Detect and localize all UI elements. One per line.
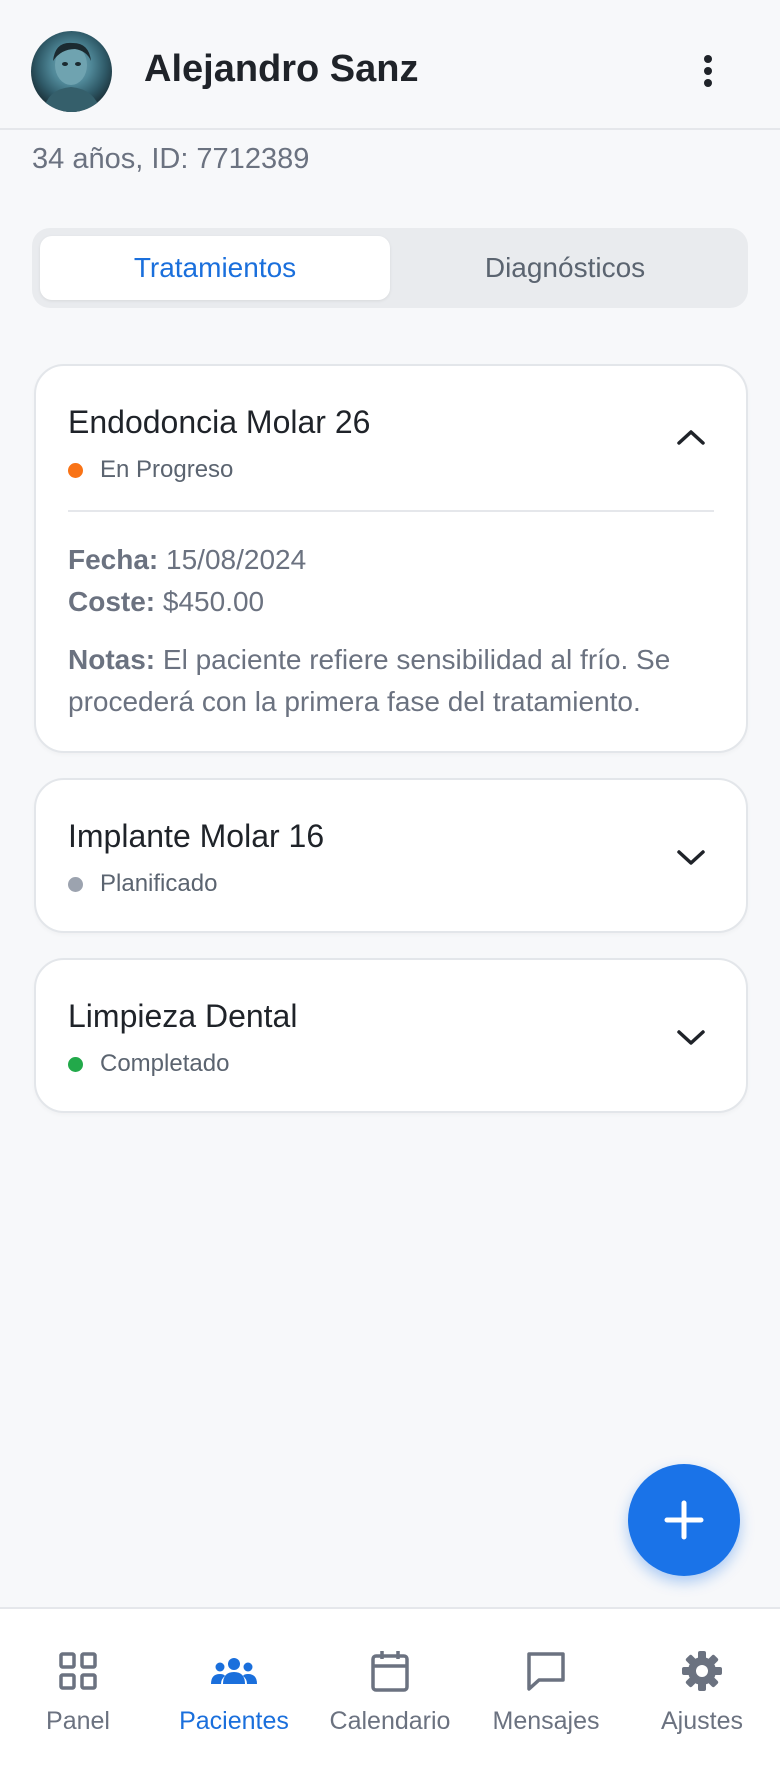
coste-value: $450.00 xyxy=(162,586,265,617)
notas-label: Notas: xyxy=(68,644,156,675)
nav-item-ajustes[interactable]: Ajustes xyxy=(624,1609,780,1768)
status-label: Completado xyxy=(100,1050,230,1077)
treatment-card[interactable]: Limpieza Dental Completado xyxy=(34,958,748,1113)
treatment-date: Fecha: 15/08/2024 xyxy=(68,539,714,581)
status-badge: En Progreso xyxy=(68,456,233,484)
gear-icon xyxy=(678,1647,726,1695)
chevron-down-icon[interactable] xyxy=(674,1022,708,1052)
status-label: Planificado xyxy=(100,870,218,897)
treatment-cost: Coste: $450.00 xyxy=(68,581,714,623)
notas-value: El paciente refiere sensibilidad al frío… xyxy=(68,644,671,717)
nav-item-calendario[interactable]: Calendario xyxy=(312,1609,468,1768)
chat-icon xyxy=(522,1647,570,1695)
nav-item-mensajes[interactable]: Mensajes xyxy=(468,1609,624,1768)
nav-label: Calendario xyxy=(329,1707,451,1735)
treatment-title: Limpieza Dental xyxy=(68,998,298,1034)
nav-item-panel[interactable]: Panel xyxy=(0,1609,156,1768)
chevron-up-icon[interactable] xyxy=(674,422,708,452)
add-treatment-button[interactable] xyxy=(628,1464,740,1576)
status-label: En Progreso xyxy=(100,456,234,483)
fecha-label: Fecha: xyxy=(68,544,159,575)
chevron-down-icon[interactable] xyxy=(674,842,708,872)
patient-name: Alejandro Sanz xyxy=(144,48,419,90)
tab-tratamientos[interactable]: Tratamientos xyxy=(40,236,390,300)
bottom-nav: Panel Pacientes Calendario Mensajes Ajus… xyxy=(0,1607,780,1768)
fecha-value: 15/08/2024 xyxy=(166,544,307,575)
nav-label: Ajustes xyxy=(661,1707,743,1735)
status-dot xyxy=(68,462,83,478)
patient-summary: 34 años, ID: 7712389 xyxy=(32,143,310,175)
treatment-card[interactable]: Endodoncia Molar 26 En Progreso Fecha: 1… xyxy=(34,364,748,753)
status-dot xyxy=(68,1056,83,1072)
calendar-icon xyxy=(366,1647,414,1695)
divider xyxy=(68,510,714,512)
treatment-notes: Notas: El paciente refiere sensibilidad … xyxy=(68,639,714,723)
status-badge: Completado xyxy=(68,1050,229,1078)
app-header: Alejandro Sanz xyxy=(0,0,780,130)
avatar[interactable] xyxy=(31,31,112,112)
nav-label: Mensajes xyxy=(492,1707,600,1735)
tab-diagnosticos[interactable]: Diagnósticos xyxy=(390,236,740,300)
nav-item-pacientes[interactable]: Pacientes xyxy=(156,1609,312,1768)
treatment-title: Implante Molar 16 xyxy=(68,818,325,854)
plus-icon xyxy=(664,1500,704,1540)
users-icon xyxy=(210,1647,258,1695)
grid-icon xyxy=(54,1647,102,1695)
coste-label: Coste: xyxy=(68,586,156,617)
status-dot xyxy=(68,876,83,892)
treatment-title: Endodoncia Molar 26 xyxy=(68,404,371,440)
nav-label: Panel xyxy=(46,1707,110,1735)
status-badge: Planificado xyxy=(68,870,217,898)
treatment-card[interactable]: Implante Molar 16 Planificado xyxy=(34,778,748,933)
more-vertical-icon[interactable] xyxy=(692,50,724,92)
nav-label: Pacientes xyxy=(179,1707,289,1735)
tab-switcher: Tratamientos Diagnósticos xyxy=(32,228,748,308)
